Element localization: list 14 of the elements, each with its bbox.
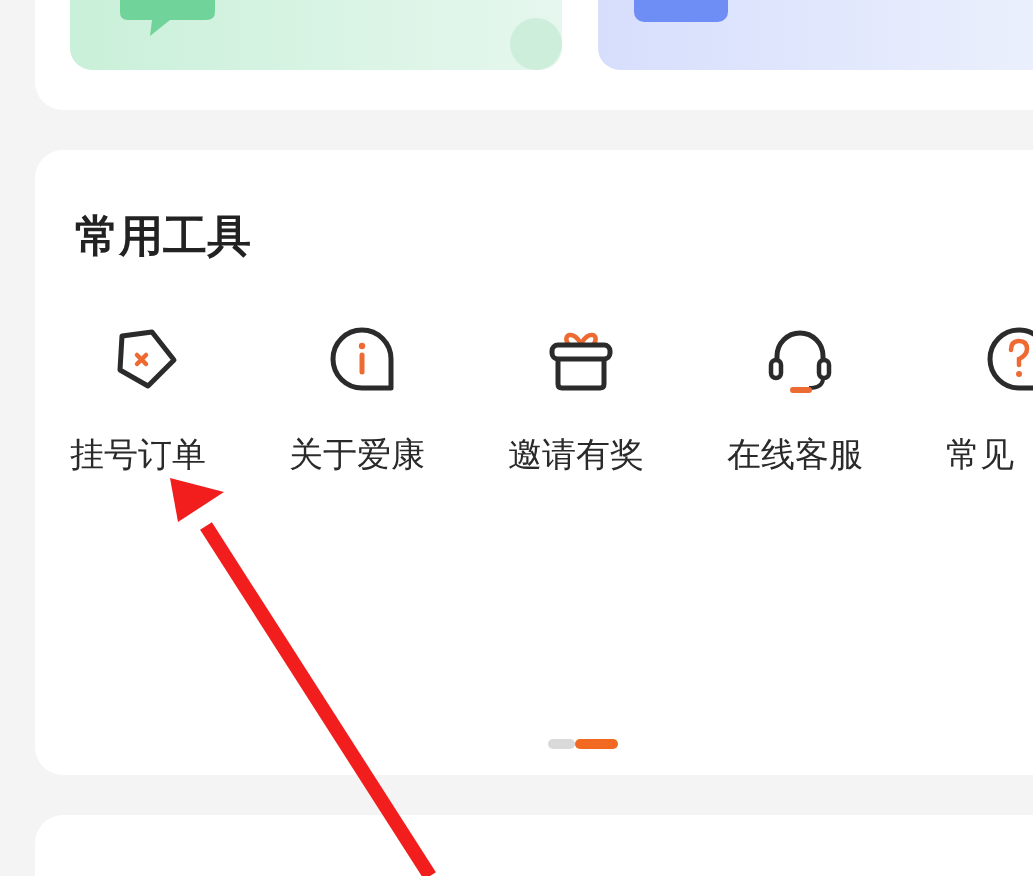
- tool-label: 邀请有奖: [508, 434, 645, 475]
- tool-label: 在线客服: [727, 434, 864, 475]
- tool-label: 挂号订单: [70, 434, 207, 475]
- tool-item[interactable]: 常见: [946, 324, 1033, 475]
- tool-item[interactable]: 在线客服: [727, 324, 873, 475]
- section-title: 常用工具: [75, 214, 252, 258]
- service-tile[interactable]: [598, 0, 1033, 70]
- tool-label: 关于爱康: [289, 434, 426, 475]
- service-tile[interactable]: [70, 0, 562, 70]
- tool-item[interactable]: 挂号订单: [70, 324, 216, 475]
- circle-icon: [510, 18, 562, 70]
- tool-item[interactable]: 关于爱康: [289, 324, 435, 475]
- tool-item[interactable]: 邀请有奖: [508, 324, 654, 475]
- tool-label: 常见: [946, 434, 1015, 475]
